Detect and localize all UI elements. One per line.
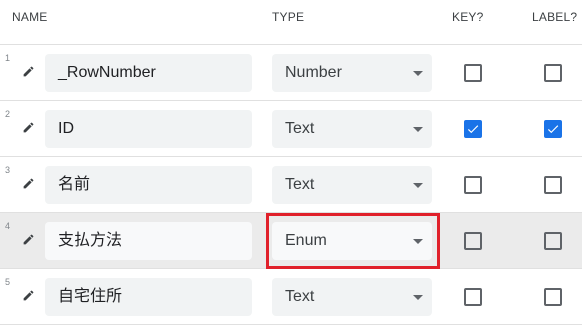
key-checkbox[interactable] — [464, 176, 482, 194]
column-name-input[interactable]: 支払方法 — [45, 222, 252, 260]
column-name-input[interactable]: 自宅住所 — [45, 278, 252, 316]
column-type-select[interactable]: Number — [272, 54, 432, 92]
row-number: 5 — [5, 277, 11, 287]
caret-down-icon — [413, 239, 423, 244]
row-number: 1 — [5, 53, 11, 63]
key-checkbox[interactable] — [464, 288, 482, 306]
column-type-select[interactable]: Enum — [272, 222, 432, 260]
column-name-input[interactable]: 名前 — [45, 166, 252, 204]
column-name-input[interactable]: _RowNumber — [45, 54, 252, 92]
label-checkbox[interactable] — [544, 64, 562, 82]
column-type-value: Number — [285, 64, 342, 81]
checkmark-icon — [467, 125, 479, 134]
pencil-icon[interactable] — [22, 65, 35, 78]
label-checkbox[interactable] — [544, 176, 562, 194]
table-row: 1 _RowNumber Number — [0, 45, 582, 101]
table-row: 3 名前 Text — [0, 157, 582, 213]
label-checkbox[interactable] — [544, 120, 562, 138]
columns-table: NAME TYPE KEY? LABEL? 1 _RowNumber Numbe… — [0, 0, 582, 325]
key-checkbox[interactable] — [464, 232, 482, 250]
label-checkbox[interactable] — [544, 288, 562, 306]
column-type-value: Text — [285, 288, 315, 305]
caret-down-icon — [413, 183, 423, 188]
row-number: 4 — [5, 221, 11, 231]
caret-down-icon — [413, 127, 423, 132]
pencil-icon[interactable] — [22, 289, 35, 302]
pencil-icon[interactable] — [22, 233, 35, 246]
pencil-icon[interactable] — [22, 121, 35, 134]
table-row: 2 ID Text — [0, 101, 582, 157]
column-type-select[interactable]: Text — [272, 110, 432, 148]
row-number: 2 — [5, 109, 11, 119]
pencil-icon[interactable] — [22, 177, 35, 190]
column-type-select[interactable]: Text — [272, 166, 432, 204]
column-type-value: Enum — [285, 232, 327, 249]
table-row-selected: 4 支払方法 Enum — [0, 213, 582, 269]
caret-down-icon — [413, 295, 423, 300]
row-number: 3 — [5, 165, 11, 175]
column-header-key[interactable]: KEY? — [452, 10, 484, 24]
table-header: NAME TYPE KEY? LABEL? — [0, 0, 582, 45]
caret-down-icon — [413, 71, 423, 76]
key-checkbox[interactable] — [464, 120, 482, 138]
checkmark-icon — [547, 125, 559, 134]
column-type-value: Text — [285, 120, 315, 137]
key-checkbox[interactable] — [464, 64, 482, 82]
column-header-name[interactable]: NAME — [12, 10, 47, 24]
column-header-label[interactable]: LABEL? — [532, 10, 577, 24]
label-checkbox[interactable] — [544, 232, 562, 250]
column-type-select[interactable]: Text — [272, 278, 432, 316]
column-name-input[interactable]: ID — [45, 110, 252, 148]
table-row: 5 自宅住所 Text — [0, 269, 582, 325]
column-header-type[interactable]: TYPE — [272, 10, 304, 24]
column-type-value: Text — [285, 176, 315, 193]
